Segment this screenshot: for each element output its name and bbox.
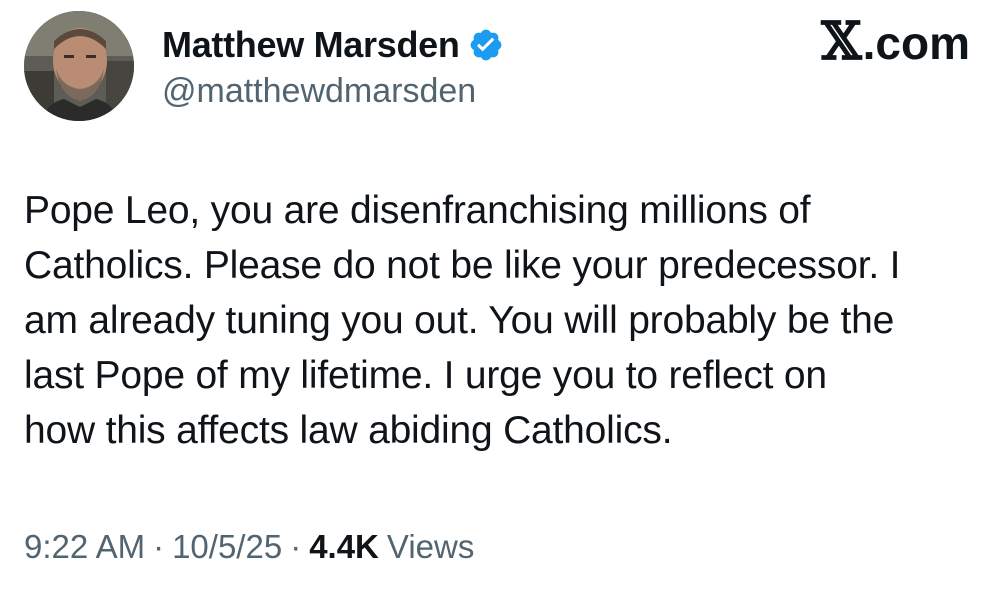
author-identity: Matthew Marsden @matthewdmarsden [162,22,504,111]
meta-separator: · [290,528,302,565]
views-label: Views [386,528,475,565]
tweet-text: Pope Leo, you are disenfranchising milli… [24,189,901,452]
x-brand-logo: 𝕏 .com [821,16,970,70]
x-logo-icon: 𝕏 [821,11,862,72]
tweet-header: Matthew Marsden @matthewdmarsden [24,10,504,122]
tweet-date[interactable]: 10/5/25 [172,528,282,566]
author-display-name[interactable]: Matthew Marsden [162,24,460,66]
views-count[interactable]: 4.4K [309,528,379,566]
meta-separator: · [153,528,165,565]
tweet-meta: 9:22 AM · 10/5/25 · 4.4K Views [24,528,474,566]
avatar[interactable] [24,11,134,121]
verified-badge-icon [468,27,504,63]
name-row: Matthew Marsden [162,22,504,68]
brand-domain-suffix: .com [862,17,970,69]
avatar-photo-icon [24,11,134,121]
tweet-card: Matthew Marsden @matthewdmarsden 𝕏 .com … [0,0,1000,591]
tweet-time[interactable]: 9:22 AM [24,528,145,566]
author-handle[interactable]: @matthewdmarsden [162,72,504,111]
